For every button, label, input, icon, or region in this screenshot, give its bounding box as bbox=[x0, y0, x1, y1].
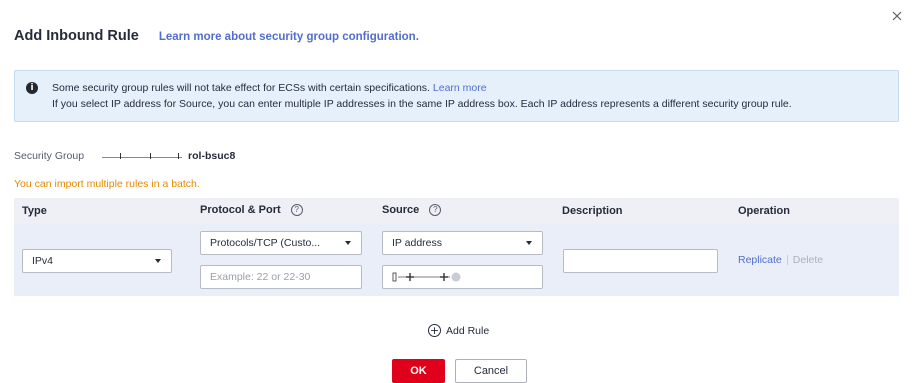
help-icon[interactable]: ? bbox=[290, 204, 303, 217]
redacted-ip-tag bbox=[392, 272, 461, 282]
ok-button[interactable]: OK bbox=[392, 359, 445, 383]
import-prefix: You can bbox=[14, 178, 55, 190]
header-description: Description bbox=[562, 205, 623, 217]
header-source-label: Source bbox=[382, 204, 420, 216]
dialog-header: Add Inbound Rule Learn more about securi… bbox=[14, 28, 419, 44]
import-hint: You can import multiple rules in a batch… bbox=[14, 178, 200, 190]
chevron-down-icon bbox=[526, 241, 532, 245]
info-text-1: Some security group rules will not take … bbox=[52, 82, 433, 94]
security-group-label: Security Group bbox=[14, 150, 85, 162]
port-placeholder: Example: 22 or 22-30 bbox=[210, 271, 311, 283]
description-input[interactable] bbox=[563, 249, 718, 273]
protocol-select[interactable]: Protocols/TCP (Custo... bbox=[200, 231, 362, 255]
info-line-1: Some security group rules will not take … bbox=[52, 82, 487, 94]
delete-link[interactable]: Delete bbox=[793, 254, 823, 266]
remove-tag-icon bbox=[451, 272, 461, 282]
source-select-value: IP address bbox=[392, 237, 443, 249]
security-group-value: rol-bsuc8 bbox=[98, 150, 235, 162]
security-group-name: rol-bsuc8 bbox=[188, 150, 236, 162]
help-icon[interactable]: ? bbox=[429, 204, 442, 217]
cancel-button[interactable]: Cancel bbox=[455, 359, 527, 383]
close-icon[interactable] bbox=[891, 10, 903, 22]
dialog-title: Add Inbound Rule bbox=[14, 28, 139, 44]
type-select[interactable]: IPv4 bbox=[22, 249, 172, 273]
port-input[interactable]: Example: 22 or 22-30 bbox=[200, 265, 362, 289]
info-icon: i bbox=[26, 82, 38, 94]
protocol-select-value: Protocols/TCP (Custo... bbox=[210, 237, 321, 249]
info-line-2: If you select IP address for Source, you… bbox=[52, 98, 792, 110]
plus-circle-icon: + bbox=[428, 324, 441, 337]
type-select-value: IPv4 bbox=[32, 255, 54, 267]
header-operation: Operation bbox=[738, 205, 790, 217]
add-rule-button[interactable]: + Add Rule bbox=[428, 324, 489, 337]
info-banner: i Some security group rules will not tak… bbox=[14, 70, 899, 122]
learn-more-link[interactable]: Learn more about security group configur… bbox=[159, 31, 419, 43]
chevron-down-icon bbox=[345, 241, 351, 245]
source-select[interactable]: IP address bbox=[382, 231, 543, 255]
header-protocol-port: Protocol & Port? bbox=[200, 204, 303, 217]
header-protocol-port-label: Protocol & Port bbox=[200, 204, 281, 216]
redacted-mark bbox=[98, 153, 186, 159]
row-operations: Replicate Delete bbox=[738, 254, 823, 266]
import-rules-link[interactable]: import multiple rules bbox=[54, 178, 148, 190]
replicate-link[interactable]: Replicate bbox=[738, 254, 782, 266]
divider bbox=[786, 255, 788, 265]
header-type: Type bbox=[22, 205, 47, 217]
chevron-down-icon bbox=[155, 259, 161, 263]
import-suffix: in a batch. bbox=[148, 178, 200, 190]
add-rule-label: Add Rule bbox=[446, 324, 490, 337]
header-source: Source? bbox=[382, 204, 442, 217]
info-learn-more-link[interactable]: Learn more bbox=[433, 82, 487, 94]
security-group-row: Security Group rol-bsuc8 bbox=[14, 150, 235, 162]
source-ip-input[interactable] bbox=[382, 265, 543, 289]
